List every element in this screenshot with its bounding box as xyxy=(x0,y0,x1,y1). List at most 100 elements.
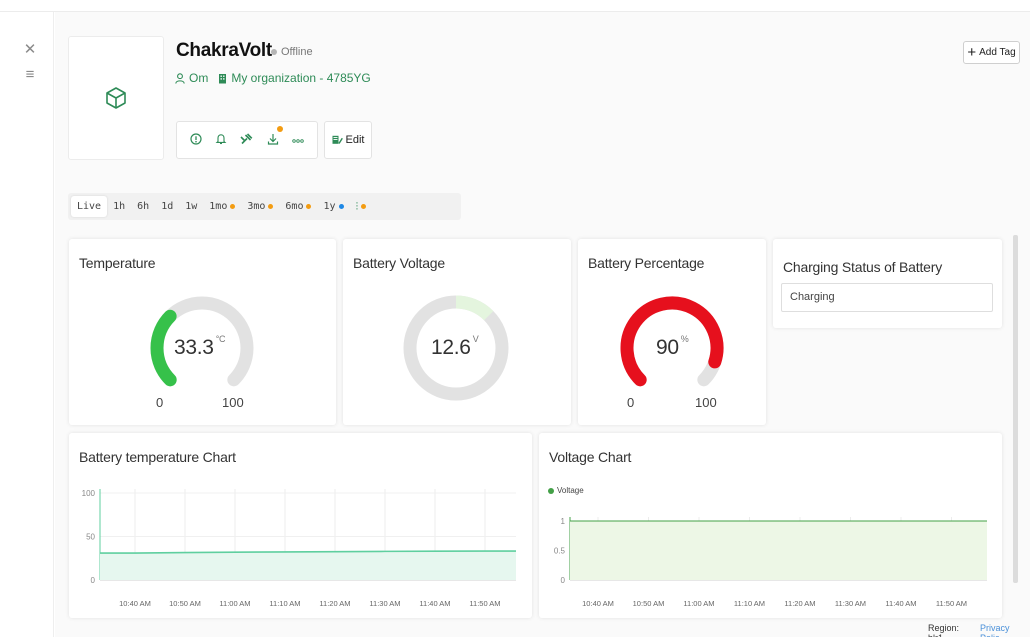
user-icon xyxy=(175,72,185,84)
gauge-min: 0 xyxy=(627,395,635,410)
edit-label: Edit xyxy=(345,134,365,146)
x-tick-label: 11:40 AM xyxy=(419,599,450,608)
card-title: Charging Status of Battery xyxy=(783,259,942,275)
y-tick-label: 100 xyxy=(82,489,96,498)
range-label: 6h xyxy=(137,201,150,212)
bell-icon[interactable] xyxy=(212,133,230,148)
percentage-card: Battery Percentage 90% 0 100 xyxy=(578,239,766,425)
charging-status-card: Charging Status of Battery Charging xyxy=(773,239,1002,328)
range-1h[interactable]: 1h xyxy=(107,196,131,217)
close-icon[interactable]: ✕ xyxy=(20,39,40,59)
privacy-link[interactable]: Privacy Polic xyxy=(980,623,1030,637)
download-icon[interactable] xyxy=(264,125,283,148)
more-icon[interactable] xyxy=(289,133,307,147)
gauge-value: 12.6 V xyxy=(431,334,479,359)
info-icon[interactable] xyxy=(187,132,205,148)
status-label: Offline xyxy=(281,46,313,58)
temperature-chart: 100 50 0 10:40 AM 10:50 AM 11:00 AM 11:10 AM 11… xyxy=(82,489,516,608)
add-tag-button[interactable]: + Add Tag xyxy=(963,41,1020,64)
gauge-value: 90% xyxy=(656,334,689,359)
range-label: 1mo xyxy=(209,201,228,212)
range-6mo[interactable]: 6mo xyxy=(279,196,317,217)
y-tick-label: 50 xyxy=(86,533,95,542)
gauge-value: 33.3 °C xyxy=(174,334,226,359)
series-area xyxy=(570,521,987,580)
plus-icon: + xyxy=(967,44,977,61)
add-tag-label: Add Tag xyxy=(979,47,1016,58)
range-indicator-dot xyxy=(306,204,312,209)
voltage-chart: 1 0.5 0 10:40 AM 10:50 AM 11:00 AM 11:10 AM 11:… xyxy=(554,517,987,608)
range-1mo[interactable]: 1mo xyxy=(203,196,241,217)
menu-icon[interactable]: ≡ xyxy=(20,64,40,84)
range-label: 6mo xyxy=(285,201,304,212)
range-6h[interactable]: 6h xyxy=(131,196,155,217)
device-meta: Om My organization - 4785YG xyxy=(175,71,371,85)
x-tick-label: 11:00 AM xyxy=(219,599,250,608)
owner-name: Om xyxy=(189,71,209,85)
range-3mo[interactable]: 3mo xyxy=(241,196,279,217)
series-area xyxy=(100,551,516,580)
range-indicator-dot xyxy=(361,204,367,209)
left-rail: ✕ ≡ xyxy=(0,12,54,637)
percentage-gauge xyxy=(620,296,724,387)
footer: Region: blr1 Privacy Polic xyxy=(928,623,1030,637)
x-tick-label: 11:20 AM xyxy=(319,599,350,608)
gauge-fill xyxy=(455,295,494,321)
range-1y[interactable]: 1y xyxy=(317,196,349,217)
device-actions xyxy=(176,121,318,159)
range-indicator-dot xyxy=(268,204,274,209)
building-icon xyxy=(219,73,227,83)
x-tick-label: 11:10 AM xyxy=(269,599,300,608)
charging-status-field: Charging xyxy=(781,283,993,312)
temperature-gauge xyxy=(150,296,254,387)
organization-name: My organization - 4785YG xyxy=(231,71,371,85)
edit-button[interactable]: Edit xyxy=(324,121,372,159)
x-tick-label: 11:50 AM xyxy=(469,599,500,608)
edit-icon xyxy=(332,135,343,144)
range-label: 1h xyxy=(113,201,126,212)
range-1w[interactable]: 1w xyxy=(179,196,203,217)
wrench-icon[interactable] xyxy=(238,132,256,148)
x-tick-label: 11:10 AM xyxy=(734,599,765,608)
status-dot xyxy=(271,49,277,55)
range-custom[interactable]: ⫶ xyxy=(350,196,373,217)
x-tick-label: 11:20 AM xyxy=(784,599,815,608)
range-1d[interactable]: 1d xyxy=(155,196,179,217)
range-label: 1w xyxy=(185,201,198,212)
status-badge: Offline xyxy=(271,46,313,58)
x-tick-label: 10:50 AM xyxy=(633,599,665,608)
range-indicator-dot xyxy=(338,204,344,209)
cube-icon xyxy=(106,87,126,109)
range-live[interactable]: Live xyxy=(71,196,108,217)
x-tick-label: 10:40 AM xyxy=(119,599,151,608)
x-tick-label: 11:30 AM xyxy=(369,599,400,608)
y-tick-label: 1 xyxy=(561,517,566,526)
range-indicator-dot xyxy=(230,204,236,209)
y-tick-label: 0.5 xyxy=(554,547,566,556)
gauge-max: 100 xyxy=(222,395,244,410)
x-tick-label: 11:30 AM xyxy=(835,599,866,608)
x-tick-label: 11:40 AM xyxy=(885,599,916,608)
voltage-chart-card: Voltage Chart Voltage 1 0.5 0 10:40 AM 10:50… xyxy=(539,433,1002,618)
voltage-gauge xyxy=(403,295,509,401)
time-range-selector: Live 1h 6h 1d 1w 1mo 3mo 6mo 1y ⫶ xyxy=(68,193,461,220)
gauge-max: 100 xyxy=(695,395,717,410)
x-tick-label: 11:50 AM xyxy=(936,599,967,608)
range-label: Live xyxy=(77,201,102,212)
scrollbar[interactable] xyxy=(1013,235,1018,583)
range-label: 1y xyxy=(323,201,336,212)
custom-range-icon: ⫶ xyxy=(355,199,359,213)
range-label: 1d xyxy=(161,201,174,212)
device-name: ChakraVolt xyxy=(176,40,272,61)
owner-link[interactable]: Om xyxy=(175,71,208,85)
y-tick-label: 0 xyxy=(561,576,566,585)
x-tick-label: 10:40 AM xyxy=(582,599,614,608)
x-tick-label: 11:00 AM xyxy=(683,599,714,608)
gauge-fill xyxy=(150,309,177,387)
organization-link[interactable]: My organization - 4785YG xyxy=(218,71,371,85)
x-tick-label: 10:50 AM xyxy=(169,599,201,608)
voltage-card: Battery Voltage 12.6 V xyxy=(343,239,571,425)
temperature-card: Temperature 33.3 °C 0 100 xyxy=(69,239,336,425)
region-label: Region: blr1 xyxy=(928,623,960,637)
range-label: 3mo xyxy=(247,201,266,212)
